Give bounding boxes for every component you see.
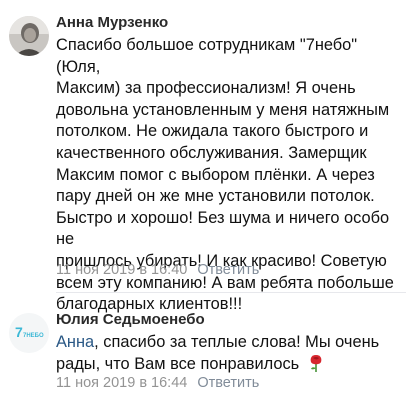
comment: 7 7НЕБО Юлия Седьмоенебо Анна, спасибо з… — [0, 304, 406, 406]
comment-author[interactable]: Анна Мурзенко — [56, 14, 168, 31]
comment-text: Анна, спасибо за теплые слова! Мы очень … — [56, 332, 401, 375]
comment-text-line: Максим) за профессионализм! Я очень — [56, 79, 356, 98]
comment-text-line: Быстро и хорошо! Без шума и ничего особо… — [56, 208, 390, 249]
comment-timestamp[interactable]: 11 ноя 2019 в 16:44 — [56, 375, 187, 391]
svg-text:7НЕБО: 7НЕБО — [23, 333, 44, 339]
reply-mention-link[interactable]: Анна — [56, 333, 94, 351]
comment-text-line: рады, что Вам все понравилось — [56, 354, 401, 376]
comment-text-line: потолком. Не ожидала такого быстрого и — [56, 122, 369, 141]
comment-meta: 11 ноя 2019 в 16:44 Ответить — [56, 375, 259, 391]
comment: Анна Мурзенко Спасибо большое сотрудника… — [0, 0, 406, 313]
comment-text-segment: , спасибо за теплые слова! Мы очень — [94, 333, 380, 351]
comment-text-line: пару дней он же мне установили потолок. — [56, 187, 375, 206]
comment-timestamp[interactable]: 11 ноя 2019 в 16:40 — [56, 262, 187, 278]
comment-author[interactable]: Юлия Седьмоенебо — [56, 311, 205, 328]
comment-text-line: довольна установленным у меня натяжным — [56, 100, 390, 119]
logo-icon: 7 7НЕБО — [9, 313, 49, 353]
avatar[interactable]: 7 7НЕБО — [9, 313, 49, 353]
comment-text-segment: рады, что Вам все понравилось — [56, 354, 300, 373]
comment-text-line: Спасибо большое сотрудникам "7небо" (Юля… — [56, 36, 358, 76]
avatar[interactable] — [9, 16, 49, 56]
comment-text-line: качественного обслуживания. Замерщик — [56, 143, 367, 162]
rose-icon — [310, 354, 322, 372]
svg-text:7: 7 — [15, 324, 23, 340]
comment-text-line: Максим помог с выбором плёнки. А через — [56, 165, 375, 184]
comment-meta: 11 ноя 2019 в 16:40 Ответить — [56, 262, 259, 278]
reply-button[interactable]: Ответить — [197, 375, 259, 391]
user-photo-icon — [9, 16, 49, 56]
reply-button[interactable]: Ответить — [197, 262, 259, 278]
divider — [56, 292, 406, 293]
comment-text-line: Анна, спасибо за теплые слова! Мы очень — [56, 332, 401, 354]
